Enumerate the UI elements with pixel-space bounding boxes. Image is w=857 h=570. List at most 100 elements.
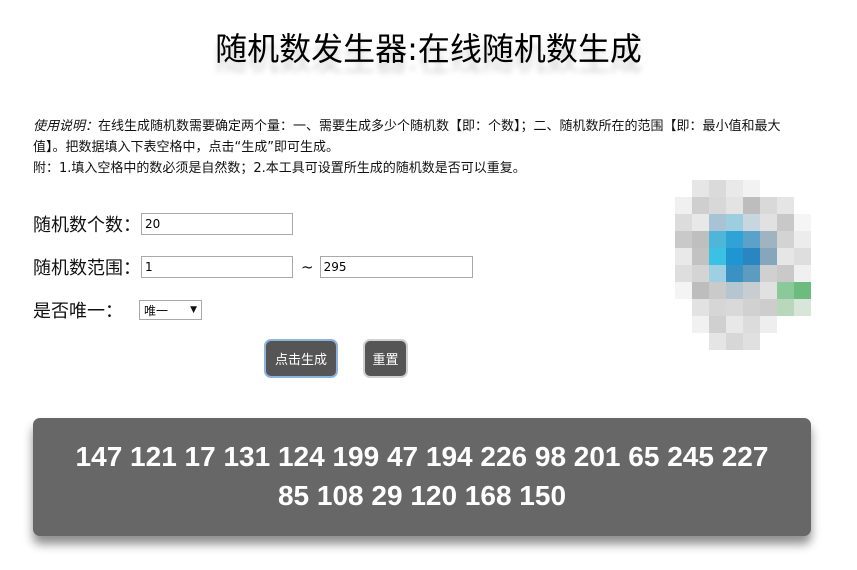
qr-pixel [743, 316, 760, 333]
qr-pixel [777, 316, 794, 333]
qr-pixel [794, 197, 811, 214]
unique-select[interactable]: 唯一 ▼ [139, 300, 202, 320]
qr-pixel [675, 333, 692, 350]
qr-pixel [726, 197, 743, 214]
qr-pixel [777, 299, 794, 316]
result-numbers: 147 121 17 131 124 199 47 194 226 98 201… [75, 441, 769, 511]
range-label: 随机数范围： [33, 258, 141, 279]
qr-pixel [794, 265, 811, 282]
qr-pixel [760, 214, 777, 231]
range-max-input[interactable] [319, 256, 473, 278]
qr-pixel [743, 214, 760, 231]
unique-selected-value: 唯一 [144, 303, 169, 318]
qr-pixel [726, 333, 743, 350]
qr-pixel [726, 282, 743, 299]
qr-pixel [675, 282, 692, 299]
qr-pixel [709, 282, 726, 299]
qr-pixel [760, 316, 777, 333]
qr-pixel [726, 316, 743, 333]
qr-pixel [692, 180, 709, 197]
qr-pixel [675, 197, 692, 214]
qr-code-image [675, 180, 811, 358]
qr-pixel [743, 333, 760, 350]
qr-pixel [794, 231, 811, 248]
qr-pixel [743, 197, 760, 214]
qr-pixel [709, 180, 726, 197]
qr-pixel [726, 180, 743, 197]
dropdown-arrow-icon: ▼ [190, 305, 197, 315]
qr-pixel [794, 214, 811, 231]
instructions-text: 在线生成随机数需要确定两个量：一、需要生成多少个随机数【即：个数】；二、随机数所… [33, 119, 781, 155]
qr-pixel [675, 299, 692, 316]
range-row: 随机数范围： ~ [33, 254, 473, 280]
qr-pixel [743, 180, 760, 197]
qr-pixel [743, 248, 760, 265]
qr-pixel [777, 197, 794, 214]
qr-pixel [794, 333, 811, 350]
qr-pixel [760, 197, 777, 214]
qr-pixel [777, 265, 794, 282]
qr-pixel [692, 214, 709, 231]
qr-pixel [692, 333, 709, 350]
qr-pixel [794, 316, 811, 333]
qr-pixel [794, 282, 811, 299]
qr-pixel [726, 214, 743, 231]
qr-pixel [777, 333, 794, 350]
qr-pixel [692, 197, 709, 214]
usage-instructions: 使用说明：在线生成随机数需要确定两个量：一、需要生成多少个随机数【即：个数】；二… [33, 116, 793, 179]
qr-pixel [692, 265, 709, 282]
qr-pixel [726, 248, 743, 265]
qr-pixel [675, 265, 692, 282]
qr-pixel [760, 248, 777, 265]
count-label: 随机数个数： [33, 215, 141, 236]
qr-pixel [760, 180, 777, 197]
range-min-input[interactable] [141, 256, 293, 278]
unique-label: 是否唯一： [33, 301, 123, 322]
qr-pixel [777, 214, 794, 231]
qr-pixel [709, 299, 726, 316]
qr-pixel [794, 248, 811, 265]
qr-pixel [692, 248, 709, 265]
count-row: 随机数个数： [33, 211, 293, 237]
qr-pixel [709, 333, 726, 350]
qr-pixel [709, 231, 726, 248]
qr-pixel [709, 248, 726, 265]
qr-pixel [760, 265, 777, 282]
qr-pixel [794, 299, 811, 316]
qr-pixel [760, 282, 777, 299]
qr-pixel [675, 316, 692, 333]
qr-pixel [743, 299, 760, 316]
qr-pixel [726, 299, 743, 316]
qr-pixel [743, 265, 760, 282]
generate-button[interactable]: 点击生成 [264, 339, 338, 378]
qr-pixel [692, 231, 709, 248]
qr-pixel [709, 316, 726, 333]
qr-pixel [777, 180, 794, 197]
qr-pixel [726, 265, 743, 282]
count-input[interactable] [141, 213, 293, 235]
qr-pixel [709, 197, 726, 214]
qr-pixel [692, 299, 709, 316]
qr-pixel [709, 265, 726, 282]
qr-pixel [675, 248, 692, 265]
qr-pixel [709, 214, 726, 231]
reset-button[interactable]: 重置 [363, 339, 408, 378]
qr-pixel [743, 231, 760, 248]
qr-pixel [777, 282, 794, 299]
qr-pixel [675, 214, 692, 231]
instructions-line-1: 使用说明：在线生成随机数需要确定两个量：一、需要生成多少个随机数【即：个数】；二… [33, 116, 793, 158]
unique-row: 是否唯一： 唯一 ▼ [33, 297, 202, 323]
range-separator: ~ [301, 258, 314, 276]
qr-pixel [794, 180, 811, 197]
qr-pixel [726, 231, 743, 248]
qr-pixel [760, 299, 777, 316]
qr-pixel [777, 248, 794, 265]
qr-pixel [777, 231, 794, 248]
result-panel: 147 121 17 131 124 199 47 194 226 98 201… [33, 418, 811, 536]
qr-pixel [760, 231, 777, 248]
qr-pixel [692, 282, 709, 299]
instructions-intro-label: 使用说明： [33, 119, 99, 134]
qr-pixel [675, 231, 692, 248]
page-title: 随机数发生器:在线随机数生成 [215, 30, 642, 68]
qr-pixel [743, 282, 760, 299]
